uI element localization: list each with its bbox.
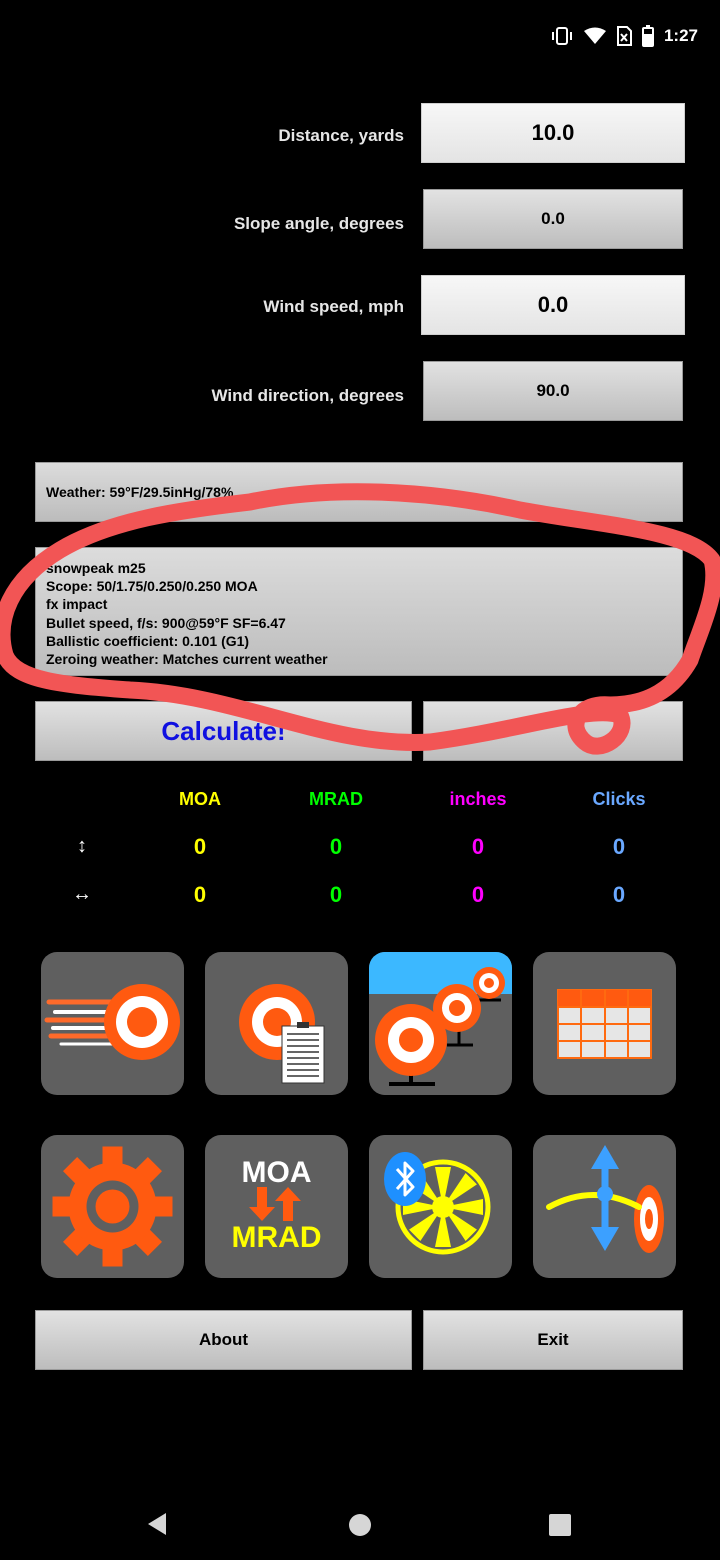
bluetooth-wind-meter-tile[interactable] [369, 1135, 512, 1278]
status-bar: 1:27 [550, 18, 698, 54]
target-notes-tile[interactable] [205, 952, 348, 1095]
bullet-target-tile[interactable] [41, 952, 184, 1095]
moa-mrad-convert-icon: MOA MRAD [232, 1156, 322, 1254]
vertical-inches-value: 0 [471, 834, 485, 859]
horizontal-mrad-value: 0 [329, 882, 343, 907]
vibrate-icon [550, 26, 574, 46]
recents-nav-icon [549, 1514, 571, 1536]
wifi-icon [583, 27, 606, 45]
vertical-arrow-icon: ↕ [77, 835, 87, 857]
wind-speed-field[interactable]: 0.0 [421, 275, 685, 335]
vertical-mrad-value: 0 [329, 834, 343, 859]
clock: 1:27 [663, 26, 698, 45]
home-nav-icon [349, 1514, 371, 1536]
distance-field[interactable]: 10.0 [421, 103, 685, 163]
horizontal-clicks-value: 0 [612, 882, 626, 907]
header-inches: inches [449, 789, 507, 809]
header-clicks: Clicks [592, 789, 646, 809]
back-nav-icon [148, 1513, 166, 1535]
slope-angle-label: Slope angle, degrees [233, 214, 404, 233]
battery-icon [641, 25, 654, 47]
home-nav-button[interactable] [348, 1513, 372, 1542]
moa-tile-label: MOA [242, 1156, 312, 1189]
wind-direction-label: Wind direction, degrees [211, 386, 404, 405]
trajectory-icon [546, 1145, 664, 1253]
table-tile[interactable] [533, 952, 676, 1095]
wind-speed-label: Wind speed, mph [263, 297, 404, 316]
multi-target-icon [369, 952, 512, 1086]
recents-nav-button[interactable] [549, 1514, 571, 1541]
slope-angle-button[interactable]: 0.0 [423, 189, 683, 249]
header-mrad: MRAD [309, 789, 363, 809]
moa-mrad-tile[interactable]: MOA MRAD [205, 1135, 348, 1278]
about-button[interactable]: About [35, 1310, 412, 1370]
bluetooth-wind-meter-icon [384, 1152, 491, 1255]
trajectory-tile[interactable] [533, 1135, 676, 1278]
header-moa: MOA [179, 789, 221, 809]
back-nav-button[interactable] [144, 1511, 170, 1542]
bullet-target-icon [44, 984, 180, 1060]
settings-gear-icon [52, 1146, 173, 1267]
table-icon [557, 989, 652, 1059]
distance-label: Distance, yards [278, 126, 404, 145]
vertical-clicks-value: 0 [612, 834, 626, 859]
mrad-tile-label: MRAD [232, 1221, 322, 1254]
red-scribble-annotation [0, 483, 720, 755]
exit-button[interactable]: Exit [423, 1310, 683, 1370]
sim-icon [616, 26, 632, 46]
target-notes-icon [239, 984, 325, 1084]
horizontal-arrow-icon: ↔ [72, 883, 92, 905]
wind-direction-button[interactable]: 90.0 [423, 361, 683, 421]
horizontal-moa-value: 0 [193, 882, 207, 907]
multi-target-tile[interactable] [369, 952, 512, 1095]
settings-tile[interactable] [41, 1135, 184, 1278]
vertical-moa-value: 0 [193, 834, 207, 859]
horizontal-inches-value: 0 [471, 882, 485, 907]
